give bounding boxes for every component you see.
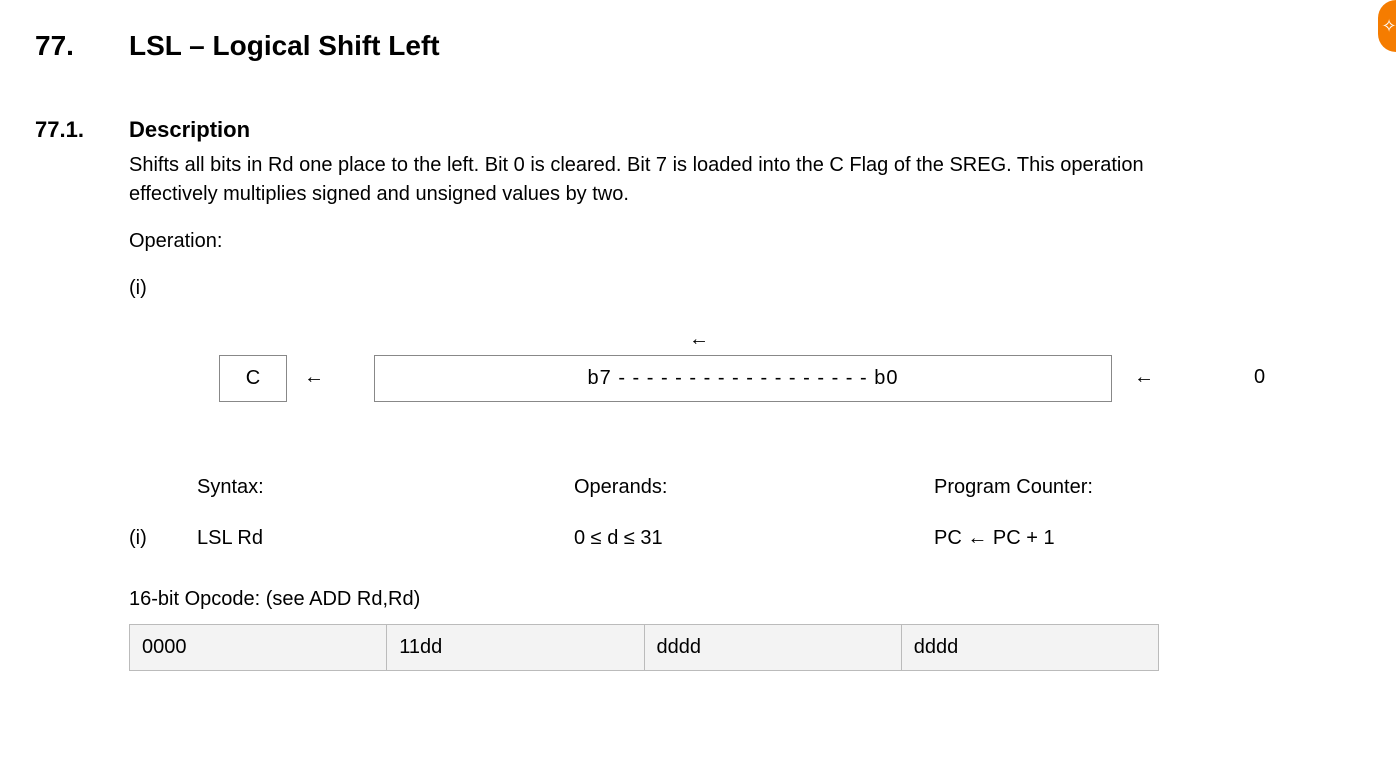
arrow-top-icon: ← bbox=[689, 325, 709, 354]
operands-value: 0 ≤ d ≤ 31 bbox=[574, 524, 934, 553]
syntax-header: Syntax: bbox=[197, 473, 574, 502]
heading-number: 77. bbox=[35, 30, 129, 62]
subheading-row: 77.1. Description bbox=[35, 117, 1356, 143]
page-content: 77. LSL – Logical Shift Left 77.1. Descr… bbox=[0, 0, 1396, 671]
description-paragraph: Shifts all bits in Rd one place to the l… bbox=[129, 151, 1159, 209]
opcode-cell: 11dd bbox=[387, 625, 644, 670]
opcode-cell: dddd bbox=[645, 625, 902, 670]
subheading-number: 77.1. bbox=[35, 117, 129, 143]
syntax-value: LSL Rd bbox=[197, 524, 574, 553]
subheading-title: Description bbox=[129, 117, 250, 143]
help-ribbon[interactable]: ✧ bbox=[1378, 0, 1396, 52]
arrow-left2-icon: ← bbox=[1134, 363, 1154, 392]
zero-input: 0 bbox=[1254, 363, 1265, 392]
heading-title: LSL – Logical Shift Left bbox=[129, 30, 440, 62]
shift-diagram: ← C ← b7 - - - - - - - - - - - - - - - -… bbox=[129, 333, 1159, 423]
heading-row: 77. LSL – Logical Shift Left bbox=[35, 30, 1356, 62]
arrow-left-icon: ← bbox=[304, 363, 324, 392]
carry-box: C bbox=[219, 355, 287, 402]
opcode-label: 16-bit Opcode: (see ADD Rd,Rd) bbox=[129, 585, 1159, 614]
syntax-value-row: (i) LSL Rd 0 ≤ d ≤ 31 PC ← PC + 1 bbox=[129, 524, 1159, 553]
bulb-icon: ✧ bbox=[1381, 16, 1396, 37]
operands-header: Operands: bbox=[574, 473, 934, 502]
operation-label: Operation: bbox=[129, 227, 1159, 256]
opcode-table: 0000 11dd dddd dddd bbox=[129, 624, 1159, 671]
operation-index: (i) bbox=[129, 274, 1159, 303]
opcode-cell: 0000 bbox=[130, 625, 387, 670]
syntax-header-row: Syntax: Operands: Program Counter: bbox=[129, 473, 1159, 502]
pc-header: Program Counter: bbox=[934, 473, 1159, 502]
register-box: b7 - - - - - - - - - - - - - - - - - - b… bbox=[374, 355, 1112, 402]
opcode-cell: dddd bbox=[902, 625, 1158, 670]
pc-value: PC ← PC + 1 bbox=[934, 524, 1159, 553]
syntax-row-index: (i) bbox=[129, 524, 197, 553]
